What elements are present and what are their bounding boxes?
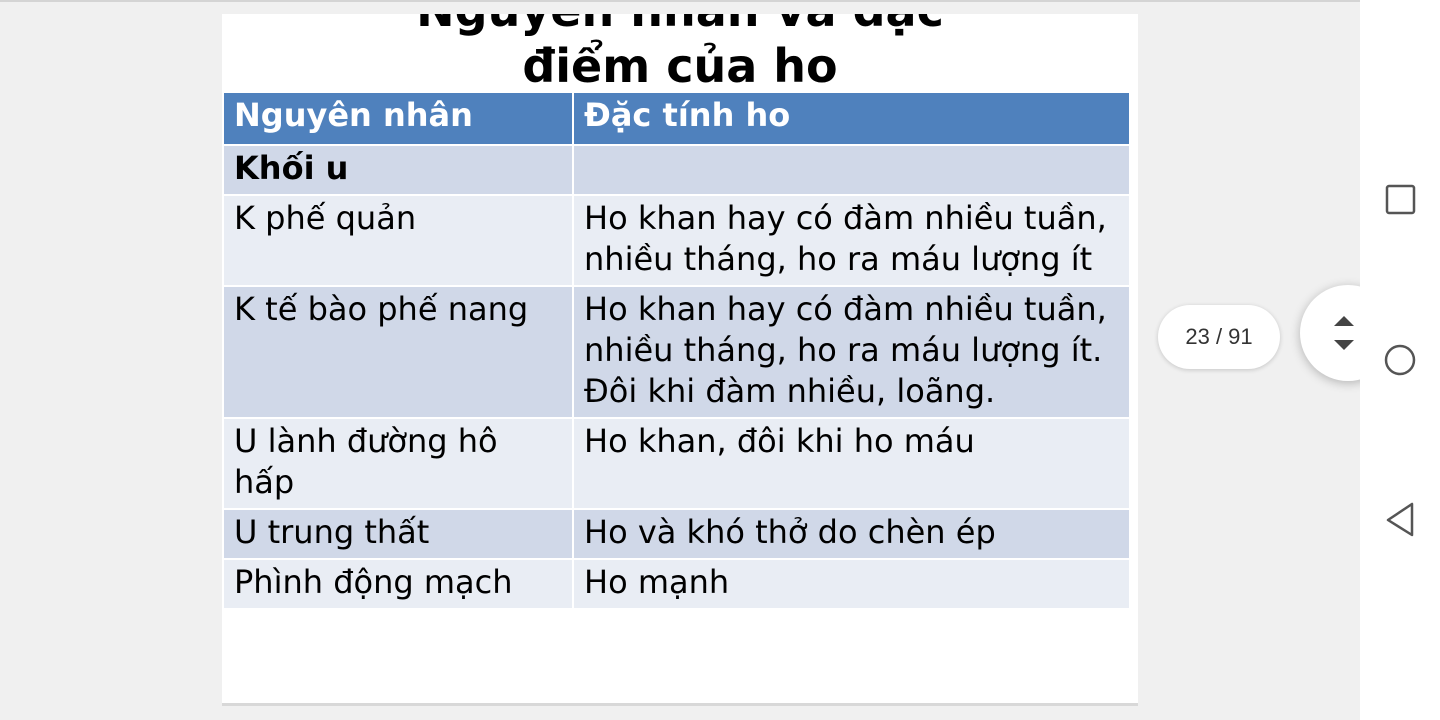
slide-edge-shadow xyxy=(222,703,1138,706)
table-row: U lành đường hô hấp Ho khan, đôi khi ho … xyxy=(222,417,1131,510)
square-icon xyxy=(1385,184,1416,215)
slide-page[interactable]: Nguyên nhân và đặc điểm của ho Nguyên nh… xyxy=(222,14,1138,704)
trait-cell xyxy=(572,144,1131,196)
table-row: K tế bào phế nang Ho khan hay có đàm nhi… xyxy=(222,285,1131,419)
home-button[interactable] xyxy=(1380,339,1422,381)
cause-cell: K phế quản xyxy=(222,194,574,287)
table-row: U trung thất Ho và khó thở do chèn ép xyxy=(222,508,1131,560)
system-nav-bar xyxy=(1360,0,1440,720)
cause-cell: Phình động mạch xyxy=(222,558,574,610)
slide-title-line-2: điểm của ho xyxy=(522,39,838,93)
cause-cell: K tế bào phế nang xyxy=(222,285,574,419)
cough-causes-table: Nguyên nhân Đặc tính ho Khối u K phế quả… xyxy=(222,91,1131,610)
cause-cell: U lành đường hô hấp xyxy=(222,417,574,510)
cause-cell: Khối u xyxy=(222,144,574,196)
table-row: Khối u xyxy=(222,144,1131,196)
trait-cell: Ho và khó thở do chèn ép xyxy=(572,508,1131,560)
header-trait: Đặc tính ho xyxy=(572,91,1131,146)
header-cause: Nguyên nhân xyxy=(222,91,574,146)
back-button[interactable] xyxy=(1380,499,1422,541)
trait-cell: Ho mạnh xyxy=(572,558,1131,610)
table-row: Phình động mạch Ho mạnh xyxy=(222,558,1131,610)
slide-title-line-1: Nguyên nhân và đặc xyxy=(222,14,1138,38)
scroll-up-down-icon xyxy=(1334,316,1354,350)
top-divider xyxy=(0,0,1360,2)
recent-apps-button[interactable] xyxy=(1380,179,1422,221)
table-row: K phế quản Ho khan hay có đàm nhiều tuần… xyxy=(222,194,1131,287)
table-header-row: Nguyên nhân Đặc tính ho xyxy=(222,91,1131,146)
trait-cell: Ho khan hay có đàm nhiều tuần, nhiều thá… xyxy=(572,194,1131,287)
triangle-back-icon xyxy=(1386,502,1414,537)
trait-cell: Ho khan hay có đàm nhiều tuần, nhiều thá… xyxy=(572,285,1131,419)
page-indicator: 23 / 91 xyxy=(1158,305,1280,369)
trait-cell: Ho khan, đôi khi ho máu xyxy=(572,417,1131,510)
cause-cell: U trung thất xyxy=(222,508,574,560)
slide-title: Nguyên nhân và đặc điểm của ho xyxy=(222,14,1138,94)
circle-icon xyxy=(1384,344,1416,376)
